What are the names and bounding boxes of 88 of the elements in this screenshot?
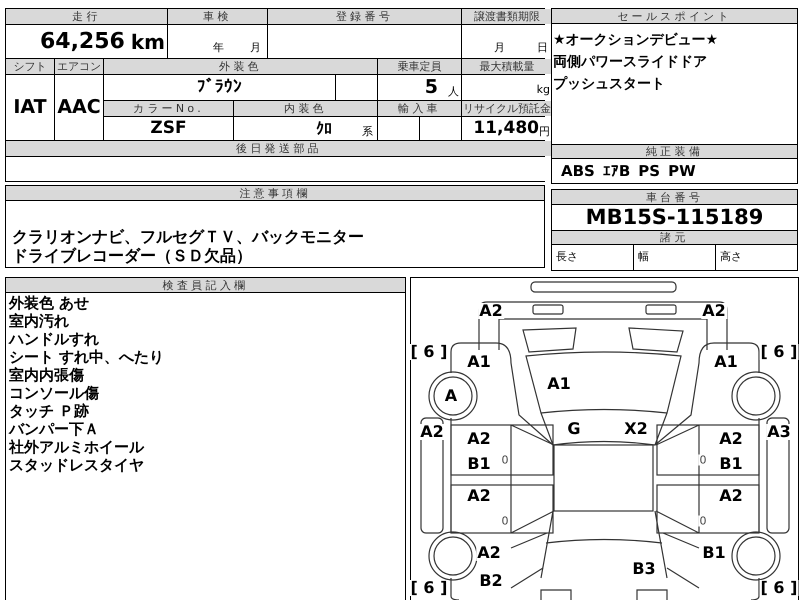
sales-point-line: プッシュスタート: [553, 75, 666, 94]
damage-code-label: A2: [701, 303, 727, 319]
table-header: 輸入車: [378, 101, 461, 116]
section-header: 純正装備: [552, 144, 797, 159]
inspector-note-line: 室内内張傷: [9, 366, 85, 384]
mileage-value: 64,256: [40, 28, 125, 56]
tread-depth-label: [ 6 ]: [410, 344, 448, 360]
table-header: 最大積載量: [462, 59, 552, 74]
recycle-fee-value: 11,480: [473, 116, 539, 140]
table-header: リサイクル預託金: [462, 101, 552, 116]
unit-label: km: [130, 28, 165, 56]
tread-depth-label: [ 6 ]: [410, 580, 448, 596]
chassis-number: MB15S-115189: [584, 205, 764, 230]
section-header: 車台番号: [552, 190, 797, 205]
unit-label: kg: [536, 82, 550, 98]
inspector-note-line: バンパー下Ａ: [9, 420, 100, 438]
damage-code-label: A1: [466, 354, 492, 370]
damage-code-label: A2: [718, 488, 744, 504]
damage-code-label: A2: [466, 431, 492, 447]
tread-depth-label: [ 6 ]: [760, 344, 798, 360]
damage-code-label: A: [444, 388, 458, 404]
color-number-value: ZSF: [104, 117, 233, 140]
damage-code-label: B2: [478, 573, 504, 589]
interior-color-value: ｸﾛ: [316, 118, 332, 140]
damage-code-label: 0: [500, 516, 510, 526]
damage-code-label: B3: [631, 561, 657, 577]
table-header: 乗車定員: [378, 59, 461, 74]
inspector-note-line: タッチ Ｐ跡: [9, 402, 90, 420]
damage-code-label: 0: [500, 454, 510, 466]
capacity-value: 5: [424, 75, 438, 100]
unit-label: 日: [537, 40, 548, 56]
spec-field-label: 長さ: [556, 249, 578, 266]
section-header: 諸元: [552, 230, 797, 245]
table-header: 譲渡書類期限: [462, 9, 552, 24]
unit-label: 系: [362, 124, 373, 140]
damage-code-label: A2: [478, 303, 504, 319]
damage-code-label: A1: [713, 354, 739, 370]
note-line: クラリオンナビ、フルセグＴＶ、バックモニター: [12, 227, 365, 246]
inspector-note-line: スタッドレスタイヤ: [9, 456, 145, 474]
inspector-note-line: シート すれ中、へたり: [9, 348, 166, 366]
table-header: 内装色: [234, 101, 377, 116]
sales-point-line: 両側パワースライドドア: [553, 53, 708, 72]
tread-depth-label: [ 6 ]: [760, 580, 798, 596]
damage-code-label: A3: [766, 424, 792, 440]
spec-field-label: 幅: [638, 249, 649, 266]
table-header: エアコン: [55, 59, 103, 74]
table-header: 登録番号: [268, 9, 461, 24]
section-header: 注意事項欄: [6, 186, 544, 201]
table-header: 車検: [168, 9, 267, 24]
damage-code-label: 0: [698, 516, 708, 526]
unit-label: 月: [494, 40, 505, 56]
unit-label: 人: [448, 84, 459, 100]
damage-code-label: G: [566, 421, 582, 437]
damage-code-label: A1: [546, 376, 572, 392]
note-line: ドライブレコーダー（ＳＤ欠品）: [12, 246, 253, 265]
unit-label: 月: [250, 40, 261, 56]
sales-point-line: ★オークションデビュー★: [553, 31, 720, 50]
damage-code-label: A2: [476, 545, 502, 561]
inspector-note-line: 外装色 あせ: [9, 294, 90, 312]
section-header: セールスポイント: [552, 9, 797, 24]
exterior-color-value: ﾌﾞﾗｳﾝ: [104, 75, 335, 100]
equipment-item: ABS: [561, 160, 595, 182]
inspector-note-line: コンソール傷: [9, 384, 100, 402]
table-header: シフト: [6, 59, 54, 74]
spec-field-label: 高さ: [720, 249, 742, 266]
equipment-item: PS: [638, 160, 660, 182]
aircon-value: AAC: [55, 75, 103, 140]
section-header: 検査員記入欄: [6, 278, 405, 293]
inspector-note-line: ハンドルすれ: [9, 330, 100, 348]
equipment-item: ｴｱB: [602, 160, 630, 182]
table-header: カラーNo.: [104, 101, 233, 116]
damage-code-label: A2: [718, 431, 744, 447]
table-header: 外装色: [104, 59, 377, 74]
damage-code-label: B1: [701, 545, 727, 561]
damage-code-label: B1: [718, 456, 744, 472]
unit-label: 円: [539, 124, 550, 140]
damage-code-label: A2: [419, 424, 445, 440]
table-header: 後日発送部品: [6, 141, 552, 156]
shift-value: IAT: [6, 75, 54, 140]
unit-label: 年: [213, 40, 224, 56]
equipment-item: PW: [668, 160, 696, 182]
inspector-note-line: 室内汚れ: [9, 312, 70, 330]
damage-code-label: B1: [466, 456, 492, 472]
damage-code-label: 0: [698, 454, 708, 466]
inspector-note-line: 社外アルミホイール: [9, 438, 146, 456]
table-header: 走行: [6, 9, 167, 24]
damage-code-label: A2: [466, 488, 492, 504]
damage-code-label: X2: [623, 421, 649, 437]
